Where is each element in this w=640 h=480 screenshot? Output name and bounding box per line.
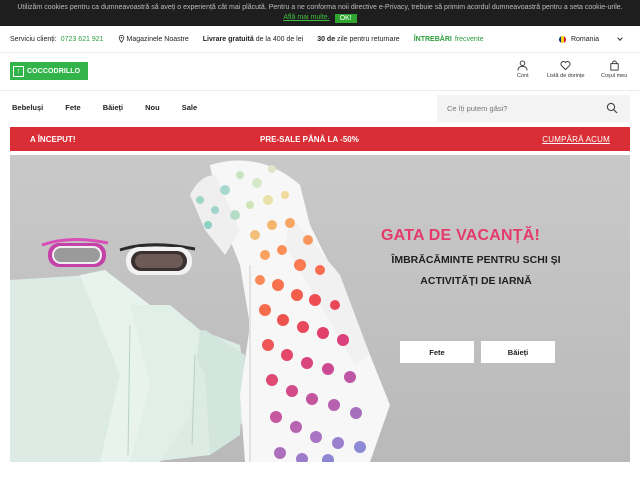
nav-item-new[interactable]: Nou [145, 103, 160, 112]
cart-button[interactable]: Coșul meu [601, 60, 627, 79]
stores-link[interactable]: Magazinele Noastre [118, 35, 189, 43]
cookie-text: Utilizăm cookies pentru ca dumneavoastră… [17, 4, 623, 11]
search-icon[interactable] [606, 102, 618, 114]
hero-girls-button[interactable]: Fete [400, 341, 474, 363]
nav-item-girls[interactable]: Fete [65, 103, 80, 112]
language-selector[interactable]: Romania [558, 30, 623, 48]
promo-shop-now-link[interactable]: CUMPĂRĂ ACUM [542, 135, 610, 144]
customer-service: Serviciu clienți: 0723 621 921 [10, 36, 104, 43]
promo-banner[interactable]: A ÎNCEPUT! PRE-SALE PÂNĂ LA -50% CUMPĂRĂ… [10, 127, 630, 151]
logo-mark-icon: ↑ [13, 65, 24, 77]
divider [0, 52, 640, 53]
cookie-banner: Utilizăm cookies pentru ca dumneavoastră… [0, 0, 640, 26]
pink-goggles-illustration [41, 237, 109, 267]
hero-banner: GATA DE VACANȚĂ! ÎMBRĂCĂMINTE PENTRU SCH… [10, 155, 630, 462]
promo-left-text: A ÎNCEPUT! [30, 134, 76, 144]
nav-item-babies[interactable]: Bebeluși [12, 103, 43, 112]
chevron-down-icon [617, 35, 623, 41]
hero-image [10, 155, 630, 462]
wishlist-button[interactable]: Listă de dorințe [547, 60, 585, 79]
user-icon [517, 60, 528, 71]
hero-subtitle: ÎMBRĂCĂMINTE PENTRU SCHI ȘI ACTIVITĂȚI D… [391, 254, 561, 287]
cookie-ok-button[interactable]: OK! [334, 13, 357, 23]
hero-title: GATA DE VACANȚĂ! [381, 227, 541, 244]
divider [0, 90, 640, 91]
hero-boys-button[interactable]: Băieți [481, 341, 555, 363]
shopping-bag-icon [610, 60, 619, 71]
account-button[interactable]: Cont [517, 60, 529, 79]
nav-item-sale[interactable]: Sale [182, 103, 197, 112]
nav-item-boys[interactable]: Băieți [103, 103, 123, 112]
phone-link[interactable]: 0723 621 921 [61, 36, 104, 43]
faq-strong: ÎNTREBĂRI [413, 35, 452, 43]
language-label: Romania [570, 35, 599, 43]
logo-text: COCCODRILLO [27, 67, 81, 75]
romania-flag-icon [558, 35, 566, 43]
returns-info: 30 de zile pentru returnare [317, 36, 400, 43]
delivery-rest: de la 400 de lei [255, 35, 304, 43]
logo[interactable]: ↑ COCCODRILLO [10, 62, 88, 80]
delivery-strong: Livrare gratuită [202, 35, 254, 43]
wishlist-label: Listă de dorințe [547, 73, 585, 79]
cookie-more-link[interactable]: Află mai multe. [283, 13, 329, 23]
returns-rest: zile pentru returnare [337, 35, 400, 43]
faq-rest: frecvente [454, 35, 484, 43]
search-input[interactable] [447, 104, 597, 113]
location-pin-icon [118, 35, 124, 43]
account-label: Cont [517, 73, 529, 79]
customer-service-label: Serviciu clienți: [10, 35, 57, 43]
heart-icon [560, 61, 571, 71]
cart-label: Coșul meu [601, 73, 628, 79]
stores-label: Magazinele Noastre [126, 35, 189, 43]
search-box [437, 95, 630, 122]
main-nav: Bebeluși Fete Băieți Nou Sale [12, 103, 219, 112]
utility-bar: Serviciu clienți: 0723 621 921 Magazinel… [0, 30, 640, 48]
faq-link[interactable]: ÎNTREBĂRI frecvente [414, 36, 484, 43]
free-delivery-info: Livrare gratuită de la 400 de lei [203, 36, 303, 43]
returns-strong: 30 de [317, 35, 336, 43]
promo-center-text: PRE-SALE PÂNĂ LA -50% [260, 134, 359, 144]
